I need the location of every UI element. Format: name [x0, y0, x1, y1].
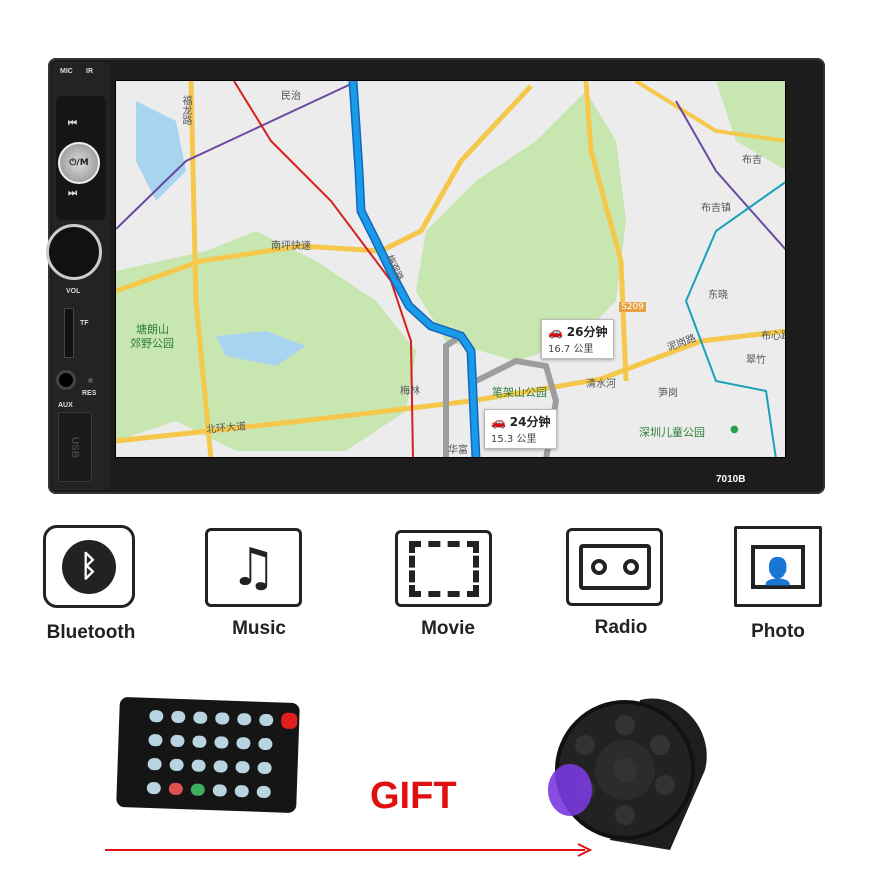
map-label: 郊野公园: [130, 337, 174, 350]
metro-line-teal: [684, 181, 785, 457]
map-label: 笋岗: [658, 388, 678, 399]
radio-icon: [566, 528, 663, 606]
map-label: 民治: [281, 91, 301, 102]
usb-port-cover[interactable]: USB: [58, 412, 92, 482]
reset-button[interactable]: [88, 378, 93, 383]
aux-jack[interactable]: [56, 370, 76, 390]
map-label: 梅林: [400, 386, 420, 397]
remote-power-button: [280, 712, 298, 730]
map-label: 深圳儿童公园: [639, 426, 705, 439]
park-pin-icon[interactable]: ●: [730, 424, 739, 435]
ir-label: IR: [86, 68, 93, 75]
route-distance: 15.3 公里: [491, 434, 537, 445]
aux-label: AUX: [58, 402, 73, 409]
route-distance: 16.7 公里: [548, 344, 594, 355]
feature-label-movie: Movie: [421, 618, 475, 639]
volume-knob[interactable]: [46, 224, 102, 280]
control-panel: MIC IR ⏮ ⏻/M ⏭ VOL TF RES AUX USB: [46, 62, 110, 490]
bluetooth-icon: ᛒ: [43, 525, 135, 608]
map-label: 布吉: [742, 155, 762, 166]
map-label: 福龙路: [180, 95, 191, 125]
model-label: 7010B: [716, 474, 746, 485]
film-icon: [395, 530, 492, 607]
usb-label: USB: [69, 436, 81, 458]
map-label: 翠竹: [746, 355, 766, 366]
ir-remote-control: [116, 696, 300, 814]
power-mode-label: ⏻/M: [69, 158, 89, 168]
map-label: 布吉镇: [701, 203, 731, 214]
arrow-icon: [105, 843, 593, 857]
feature-label-photo: Photo: [751, 621, 805, 642]
previous-button[interactable]: ⏮: [68, 118, 77, 129]
map-graphics: [116, 81, 785, 457]
tf-label: TF: [80, 320, 89, 327]
feature-label-music: Music: [232, 618, 286, 639]
volume-label: VOL: [66, 288, 81, 295]
mic-label: MIC: [60, 68, 73, 75]
photo-icon: 👤: [734, 526, 822, 607]
power-mode-button[interactable]: ⏻/M: [58, 142, 100, 184]
feature-label-bluetooth: Bluetooth: [46, 622, 136, 643]
route-time: 24分钟: [509, 415, 551, 429]
map-label: 笔架山公园: [492, 386, 547, 399]
map-label: 东晓: [708, 290, 728, 301]
gift-label: GIFT: [370, 775, 457, 817]
map-label: 华富: [448, 445, 468, 456]
navigation-map-screen[interactable]: 民治 福龙路 南坪快速 梅观路 塘朗山 郊野公园 北环大道 梅林 华富 笔架山公…: [115, 80, 786, 458]
feature-label-radio: Radio: [594, 617, 648, 638]
next-button[interactable]: ⏭: [68, 188, 77, 199]
tf-card-slot[interactable]: [64, 308, 74, 358]
map-label: 布心路: [761, 331, 785, 342]
car-icon: 🚗: [548, 325, 563, 339]
res-label: RES: [82, 390, 97, 397]
map-label: 清水河: [586, 379, 616, 390]
route-time: 26分钟: [566, 325, 608, 339]
map-label: 南坪快速: [271, 241, 311, 252]
music-note-icon: ♫: [205, 528, 302, 607]
route-option-1[interactable]: 🚗 26分钟 16.7 公里: [541, 319, 615, 359]
car-icon: 🚗: [491, 415, 506, 429]
road-shield-s209: S209: [619, 302, 646, 312]
route-option-2[interactable]: 🚗 24分钟 15.3 公里: [484, 409, 558, 449]
steering-wheel-remote: [548, 698, 707, 850]
